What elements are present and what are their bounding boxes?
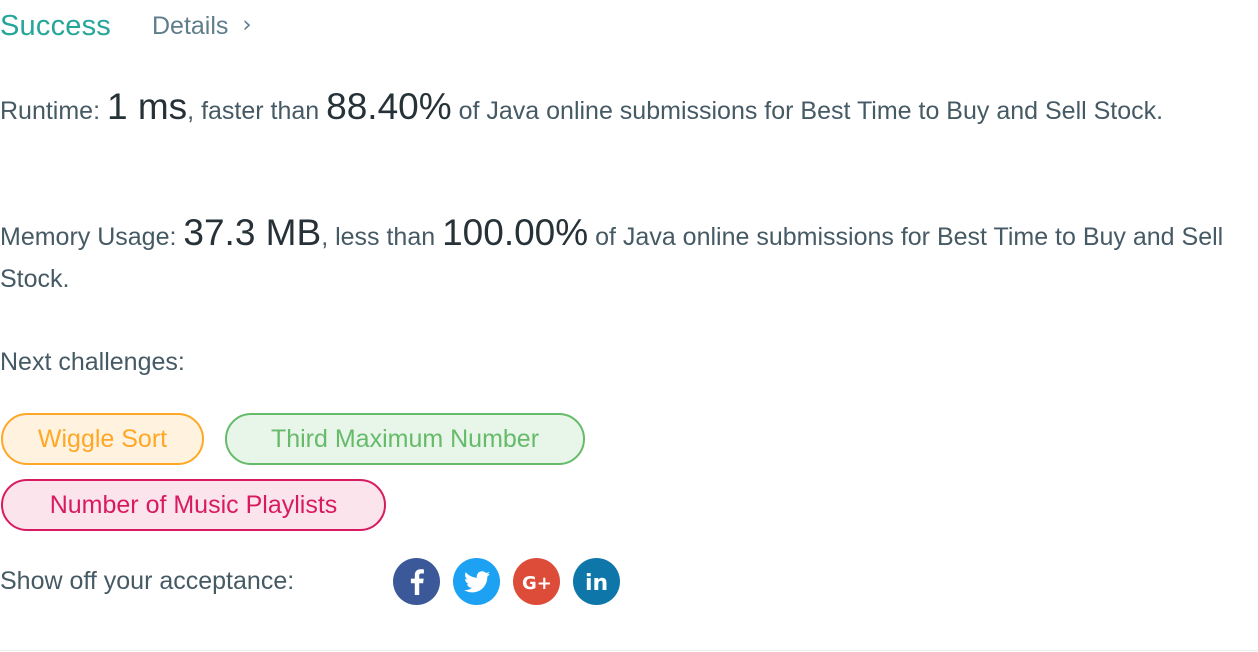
twitter-icon: [463, 570, 490, 592]
share-row: Show off your acceptance: G+ in: [0, 558, 633, 605]
memory-label: Memory Usage:: [0, 223, 184, 251]
runtime-percentile: 88.40%: [326, 86, 452, 127]
challenge-chip-wiggle-sort[interactable]: Wiggle Sort: [1, 413, 204, 465]
facebook-icon: [410, 568, 424, 595]
challenge-chip-third-maximum-number[interactable]: Third Maximum Number: [225, 413, 585, 465]
runtime-stat: Runtime: 1 ms, faster than 88.40% of Jav…: [0, 86, 1250, 132]
next-challenges-label: Next challenges:: [0, 348, 185, 376]
memory-value: 37.3 MB: [183, 212, 322, 253]
memory-mid-text: , less than: [321, 223, 443, 251]
linkedin-icon: in: [585, 571, 608, 593]
chevron-right-icon: ›: [242, 12, 252, 38]
memory-stat: Memory Usage: 37.3 MB, less than 100.00%…: [0, 212, 1250, 300]
challenge-chip-number-of-music-playlists[interactable]: Number of Music Playlists: [1, 479, 386, 531]
share-label: Show off your acceptance:: [0, 567, 295, 595]
details-link[interactable]: Details ›: [152, 12, 252, 41]
facebook-share-button[interactable]: [393, 558, 440, 605]
memory-percentile: 100.00%: [442, 212, 589, 253]
runtime-mid-text: , faster than: [187, 97, 327, 125]
divider: [0, 650, 1258, 651]
svg-text:G+: G+: [522, 573, 552, 592]
runtime-label: Runtime:: [0, 97, 107, 125]
result-header: Success Details ›: [0, 6, 252, 46]
linkedin-share-button[interactable]: in: [573, 558, 620, 605]
google-plus-icon: G+: [522, 573, 552, 592]
twitter-share-button[interactable]: [453, 558, 500, 605]
svg-text:in: in: [585, 571, 608, 593]
runtime-suffix: of Java online submissions for Best Time…: [451, 97, 1164, 125]
submission-status: Success: [0, 9, 111, 42]
runtime-value: 1 ms: [106, 86, 188, 127]
details-label: Details: [152, 11, 229, 40]
google-plus-share-button[interactable]: G+: [513, 558, 560, 605]
